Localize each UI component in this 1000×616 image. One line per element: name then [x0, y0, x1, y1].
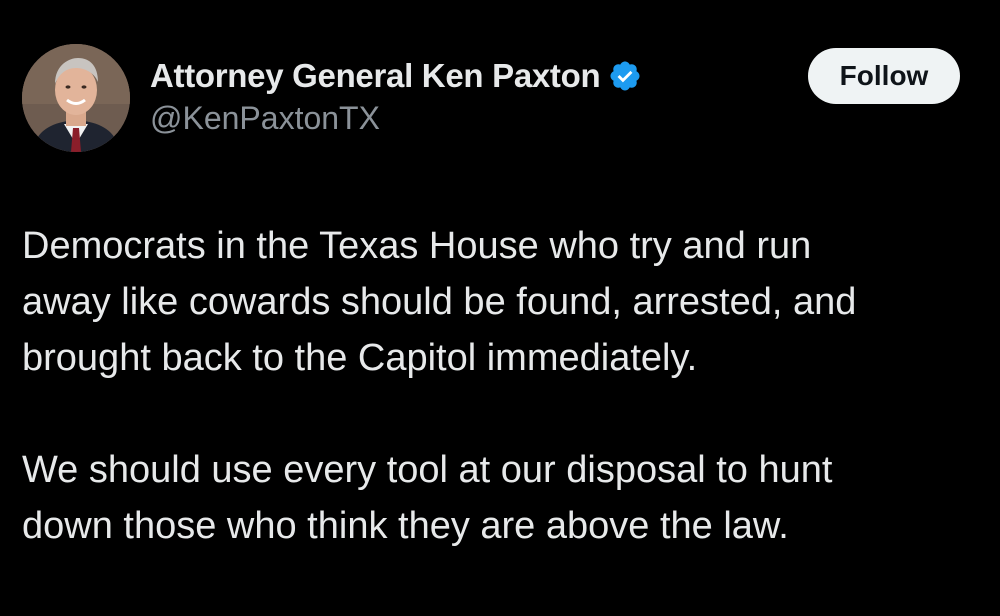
tweet-card: Attorney General Ken Paxton @KenPaxtonTX… [0, 0, 1000, 616]
avatar[interactable] [22, 44, 130, 152]
follow-button[interactable]: Follow [808, 48, 960, 104]
tweet-paragraph-2: We should use every tool at our disposal… [22, 449, 833, 547]
tweet-body: Democrats in the Texas House who try and… [22, 218, 982, 554]
tweet-paragraph-1: Democrats in the Texas House who try and… [22, 225, 857, 379]
verified-badge-icon[interactable] [608, 59, 642, 93]
avatar-photo [22, 44, 130, 152]
display-name[interactable]: Attorney General Ken Paxton [150, 57, 601, 95]
author-info: Attorney General Ken Paxton @KenPaxtonTX [150, 56, 642, 137]
author-handle[interactable]: @KenPaxtonTX [150, 100, 642, 137]
author-name-row: Attorney General Ken Paxton [150, 56, 642, 96]
